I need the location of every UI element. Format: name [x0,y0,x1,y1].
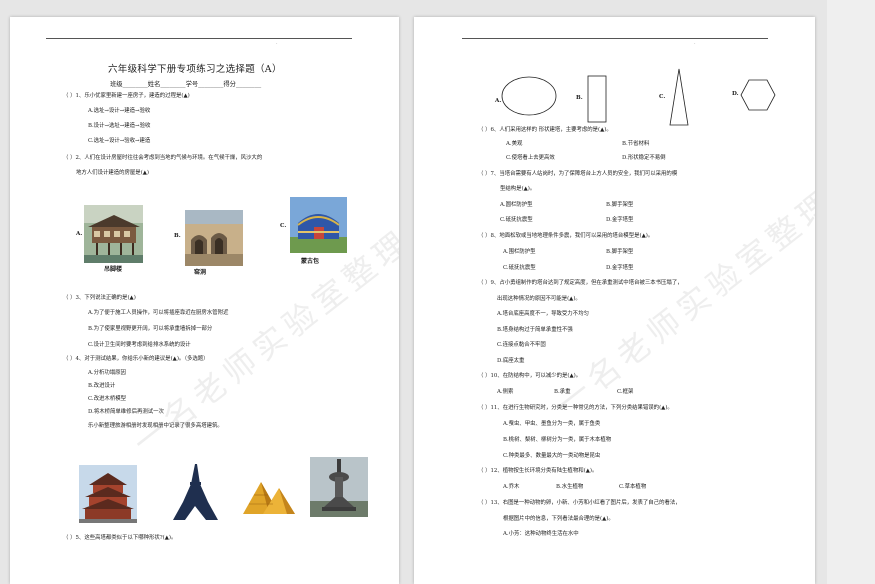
question-12: （ ）12、植物按生长环境分类有陆生植物和(▲)。 [478,468,598,474]
question-9: （ ）9、占小勇组制作的塔台达到了规定高度，但在承重测试中塔台被三本书压塌了， [478,280,683,286]
option-line: A.美观 [506,141,523,147]
tv-tower-image [310,457,368,517]
question-13: （ ）13、右图是一种动物的卵，小新、小芳和小红看了图片后，发表了自己的看法， [478,500,681,506]
option-line: B.设计→选址→建造→验收 [88,123,151,129]
question-1: （ ）1、乐小优家里新建一座房子，建造的过程是(▲) [63,93,190,99]
option-line: B.为了使家里视野更开阔，可以将承重墙拆掉一部分 [88,326,213,332]
option-line: C.连接点黏合不牢固 [497,342,546,348]
yurt-image [290,197,347,253]
option-line: C.选址→设计→验收→建造 [88,138,151,144]
option-line: A.分析功塌原因 [88,370,126,376]
option-line: B.节省材料 [622,141,650,147]
option-line: B.脚手架型 [606,202,634,208]
option-line: A.选址→设计→建造→验收 [88,108,151,114]
question-6: （ ）6、人们采用这样的 形状建塔，主要考虑的是(▲)。 [478,127,612,133]
question-7: （ ）7、当塔台需要有人站岗时，为了保障塔台上方人员的安全，我们可以采用的模 [478,171,678,177]
caption-stilt-house: 吊脚楼 [104,266,123,273]
option-line: C.草本植物 [619,484,647,490]
option-line: D.将木桥简单维修后再测试一次 [88,409,164,415]
option-line: C.改进木桥模型 [88,396,126,402]
shape-label-c: C. [659,94,666,100]
caption-yurt: 蒙古包 [301,258,320,265]
ellipse-shape [501,76,557,116]
option-line: C.砥抚抗震型 [500,217,533,223]
hexagon-shape [740,79,776,111]
eiffel-tower-image [168,462,223,522]
option-line: C.砥抚抗震型 [503,265,536,271]
pagoda-image [79,465,137,523]
option-line: D.底座太重 [497,358,525,364]
house-label-c: C. [280,223,287,229]
option-line: B.脚手架型 [606,249,634,255]
stilt-house-image [84,205,143,263]
document-page-right: · A. B. C. D. （ ）6、人们采用这样的 形状建塔，主要考虑的是(▲… [414,17,815,584]
question-3: （ ）3、下列说法正确的是(▲) [63,295,136,301]
triangle-shape [669,68,689,126]
question-10: （ ）10、在防结构中，可以减少的是(▲)。 [478,373,582,379]
option-line: A.为了便于施工人员操作，可以将插座靠近在厨房水管附近 [88,310,229,316]
header-dot: · [694,41,696,47]
shape-label-d: D. [732,91,739,97]
option-line: C.种类最多、数量最大的一类动物是昆虫 [503,453,601,459]
document-page-left: · 六年级科学下册专项练习之选择题（A） 班级________姓名_______… [10,17,399,584]
option-line: A.蚕虫、甲虫、墨鱼分为一类，属于鱼类 [503,421,601,427]
watermark: 一名老师实验室整理 [549,181,815,422]
option-line: B.塔身结构过于简单承重性不强 [497,327,573,333]
question-11: （ ）11、在进行生物研究时，分类是一种常见的方法，下列分类结果错误的(▲)。 [478,405,673,411]
option-line: A.小芳：这种动物终生活在水中 [503,531,579,537]
option-line: C.设计卫生间时要考虑到给排水系统的设计 [88,342,191,348]
paragraph-line: 乐小新整理旅游相册时发现相册中记录了很多高塔建筑。 [88,423,223,429]
question-5: （ ）5、这些高塔都类似于以下哪种形状?(▲)。 [63,535,177,541]
option-line: B.改进设计 [88,383,116,389]
question-8: （ ）8、地面松软或当地地理条件多震，我们可以采用的塔台模型是(▲)。 [478,233,654,239]
option-line: B.承重 [554,389,571,395]
question-line: 出现这种情况的原因不可能是(▲)。 [497,296,581,302]
option-line: A.乔木 [503,484,520,490]
caption-cave-dwelling: 窑洞 [194,269,207,276]
question-line: 根据图片中的信息，下列看法最合理的是(▲)。 [503,516,614,522]
student-info-line: 班级________姓名________学号________得分________ [110,81,262,88]
cave-dwelling-image [185,210,243,266]
header-rule [462,38,768,39]
viewer-side-area [827,0,875,584]
pyramids-image [241,474,295,516]
option-line: A.圆栏防护型 [500,202,533,208]
option-line: B.桃树、梨树、柳树分为一类，属于木本植物 [503,437,612,443]
question-line: 地方人们设计建造的房屋是(▲) [76,170,150,176]
house-label-b: B. [174,233,181,239]
house-label-a: A. [76,231,83,237]
option-line: C.使塔看上去更高效 [506,155,555,161]
rectangle-shape [587,75,607,123]
option-line: A.塔台底座高度不一，导致受力不均匀 [497,311,589,317]
question-line: 型结构是(▲)。 [500,186,536,192]
option-line: D.金字塔型 [606,217,634,223]
question-4: （ ）4、对于测试结果，你给乐小新的建议是(▲)。（多选题） [63,356,209,362]
option-line: C.框架 [617,389,634,395]
option-line: B.水生植物 [556,484,584,490]
header-rule [46,38,352,39]
shape-label-b: B. [576,95,583,101]
question-2: （ ）2、人们在设计房屋时往往会考虑到当地的气候与环境。在气候干燥，风沙大的 [63,155,263,161]
header-dot: · [276,41,278,47]
option-line: D.金字塔型 [606,265,634,271]
option-line: A.围栏防护型 [503,249,536,255]
page-title: 六年级科学下册专项练习之选择题（A） [108,64,282,75]
option-line: A.侧索 [497,389,514,395]
option-line: D.形状稳定不易倒 [622,155,666,161]
